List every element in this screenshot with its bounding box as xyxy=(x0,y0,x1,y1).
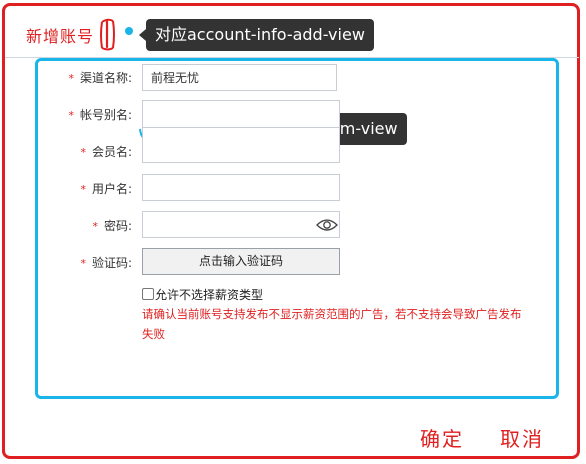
username-label: * 用户名: xyxy=(80,182,132,196)
member-name-label: * 会员名: xyxy=(80,145,132,159)
warning-text: 请确认当前账号支持发布不显示薪资范围的广告，若不支持会导致广告发布失败 xyxy=(142,307,522,341)
allow-no-salary-type-label: 允许不选择薪资类型 xyxy=(155,288,264,302)
required-mark: * xyxy=(80,257,86,270)
username-field[interactable] xyxy=(142,174,340,201)
annotation-tag-account-info-add-view: 对应account-info-add-view xyxy=(139,19,374,51)
required-mark: * xyxy=(92,220,98,233)
confirm-button[interactable]: 确定 xyxy=(420,423,464,452)
required-mark: * xyxy=(80,183,86,196)
cancel-button[interactable]: 取消 xyxy=(500,423,544,452)
allow-no-salary-type-row[interactable]: 允许不选择薪资类型 xyxy=(142,286,263,303)
member-name-field[interactable] xyxy=(142,127,340,163)
captcha-input-button[interactable]: 点击输入验证码 xyxy=(142,248,340,275)
eye-icon[interactable] xyxy=(316,218,338,232)
channel-name-label: * 渠道名称: xyxy=(68,71,132,85)
captcha-label: * 验证码: xyxy=(80,256,132,270)
required-mark: * xyxy=(80,146,86,159)
required-mark: * xyxy=(68,109,74,122)
required-mark: * xyxy=(68,72,74,85)
password-field[interactable] xyxy=(142,211,340,238)
annotation-dot-1 xyxy=(125,27,133,35)
allow-no-salary-type-checkbox[interactable] xyxy=(142,288,154,300)
account-alias-label: * 帐号别名: xyxy=(68,108,132,122)
channel-name-field[interactable] xyxy=(142,64,337,91)
password-label: * 密码: xyxy=(92,219,132,233)
annotation-number-1 xyxy=(100,18,115,51)
dialog-title: 新增账号 xyxy=(26,27,95,46)
